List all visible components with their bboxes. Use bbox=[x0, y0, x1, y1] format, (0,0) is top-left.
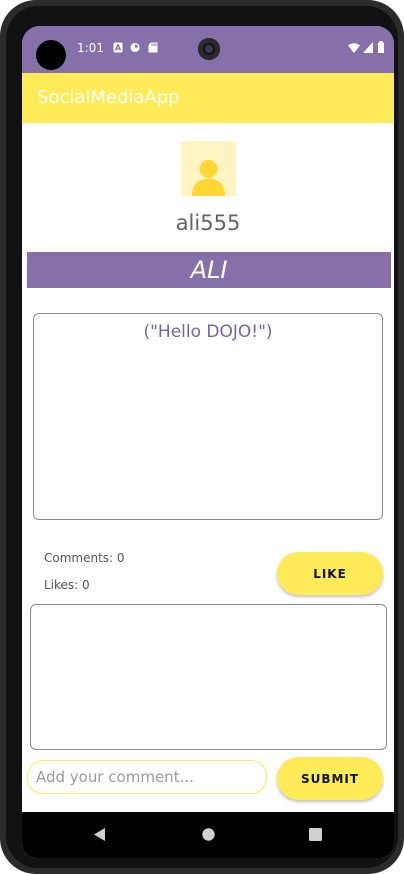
status-bar: 1:01 A bbox=[22, 26, 394, 73]
sd-card-icon bbox=[148, 42, 158, 53]
a-icon: A bbox=[113, 42, 123, 53]
status-time: 1:01 bbox=[77, 41, 104, 55]
likes-count: Likes: 0 bbox=[44, 578, 90, 592]
back-icon[interactable] bbox=[94, 828, 106, 841]
comments-count: Comments: 0 bbox=[44, 551, 125, 565]
avatar bbox=[181, 141, 236, 196]
home-icon[interactable] bbox=[202, 828, 215, 841]
svg-text:A: A bbox=[115, 44, 122, 53]
recents-icon[interactable] bbox=[309, 828, 322, 841]
submit-button[interactable]: SUBMIT bbox=[277, 757, 383, 800]
signal-icon bbox=[363, 42, 373, 53]
like-button[interactable]: LIKE bbox=[277, 552, 383, 595]
navigation-bar bbox=[22, 812, 394, 858]
sync-icon bbox=[130, 42, 140, 53]
username: ali555 bbox=[175, 211, 241, 235]
person-icon bbox=[192, 160, 225, 196]
comment-input[interactable] bbox=[27, 760, 267, 794]
app-screen: 1:01 A SocialMediaApp ali555 ALI ("Hello… bbox=[22, 26, 394, 858]
wifi-icon bbox=[348, 43, 360, 53]
app-bar: SocialMediaApp bbox=[22, 73, 394, 123]
display-name-banner: ALI bbox=[27, 252, 391, 288]
post-content-box: ("Hello DOJO!") bbox=[33, 313, 383, 520]
post-text: ("Hello DOJO!") bbox=[143, 322, 273, 342]
phone-frame: 1:01 A SocialMediaApp ali555 ALI ("Hello… bbox=[0, 0, 404, 874]
front-camera bbox=[198, 38, 220, 60]
battery-icon bbox=[378, 41, 384, 53]
app-title: SocialMediaApp bbox=[37, 87, 180, 108]
camera-cutout bbox=[36, 40, 66, 70]
comments-list[interactable] bbox=[30, 604, 387, 750]
phone-bezel: 1:01 A SocialMediaApp ali555 ALI ("Hello… bbox=[6, 6, 398, 868]
